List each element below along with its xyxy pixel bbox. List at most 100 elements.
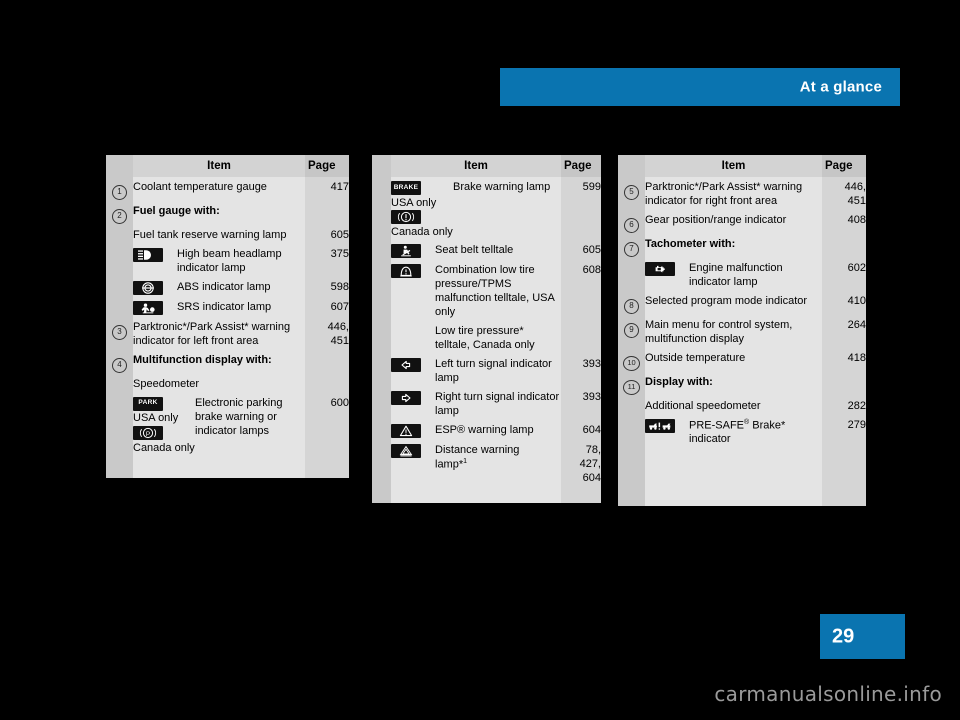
pictogram-cell	[391, 423, 435, 439]
circled-number: 3	[112, 324, 127, 340]
page-title: At a glance	[799, 78, 882, 96]
table-row: PRE-SAFE® Brake* indicator 279	[618, 414, 866, 449]
table-row: Left turn signal indicator lamp 393	[372, 354, 601, 387]
item-text-with-icon: Right turn signal indicator lamp	[391, 386, 561, 420]
table-row: 2 Fuel gauge with:	[106, 201, 349, 225]
page-ref-line2: 427,	[579, 457, 601, 470]
page-ref: 598	[305, 276, 349, 297]
watermark: carmanualsonline.info	[714, 682, 942, 706]
item-text: Tachometer with:	[645, 233, 822, 258]
item-text: Fuel gauge with:	[133, 201, 305, 225]
pre-safe-brake-icon	[645, 418, 675, 433]
item-number-cell	[106, 225, 133, 244]
page-ref: 408	[822, 209, 866, 234]
table-filler-row	[106, 455, 349, 478]
brake-icon-label: BRAKE	[393, 183, 419, 191]
item-number-cell	[372, 386, 391, 420]
item-label: Combination low tire pressure/TPMS malfu…	[435, 264, 555, 319]
header-banner: At a glance	[500, 68, 900, 106]
table-row: Low tire pressure* telltale, Canada only	[372, 321, 601, 355]
table-row: Distance warning lamp*1 78, 427, 604	[372, 439, 601, 487]
item-text: Coolant temperature gauge	[133, 177, 305, 201]
page-ref	[305, 201, 349, 225]
pictogram-cell	[391, 264, 435, 279]
table-row: Combination low tire pressure/TPMS malfu…	[372, 260, 601, 322]
table-row: 9 Main menu for control system, multifun…	[618, 314, 866, 348]
item-number-cell: 8	[618, 290, 645, 315]
gutter-cell	[372, 155, 391, 177]
item-number-cell: 11	[618, 371, 645, 396]
item-label-brand: PRE-SAFE	[689, 419, 745, 432]
pictogram-cell	[391, 443, 435, 459]
page-ref: 418	[822, 347, 866, 372]
table-header-row: Item Page	[372, 155, 601, 177]
right-turn-signal-icon	[391, 390, 421, 405]
circled-number: 6	[624, 217, 639, 233]
page-ref: 599	[561, 177, 601, 241]
circled-number: 11	[623, 379, 640, 395]
item-number-cell	[372, 354, 391, 387]
item-number-cell: 4	[106, 349, 133, 374]
table-row: SRS indicator lamp 607	[106, 296, 349, 317]
page-ref: 279	[822, 414, 866, 449]
page-number-tab: 29	[820, 614, 905, 659]
item-text-with-icon: Low tire pressure* telltale, Canada only	[391, 321, 561, 355]
table-row: 5 Parktronic*/Park Assist* warning indic…	[618, 177, 866, 210]
item-text: Main menu for control system, multifunct…	[645, 314, 822, 348]
item-text-with-icon: SRS indicator lamp	[133, 296, 305, 317]
pictogram-cell	[133, 247, 177, 263]
item-text-with-icon: ABS indicator lamp	[133, 276, 305, 297]
page-number: 29	[832, 625, 855, 647]
electronic-parking-brake-park-icon: PARK	[133, 396, 163, 411]
item-label: Left turn signal indicator lamp	[435, 358, 552, 384]
item-text: Selected program mode indicator	[645, 290, 822, 315]
page-ref: 264	[822, 314, 866, 348]
page-ref: 600	[305, 392, 349, 456]
item-number-cell: 9	[618, 314, 645, 348]
circled-number: 9	[624, 322, 639, 338]
item-text-with-icon: ESP® warning lamp	[391, 419, 561, 440]
table-row: Seat belt telltale 605	[372, 240, 601, 261]
column-header-page: Page	[561, 155, 601, 177]
item-number-cell	[106, 276, 133, 297]
page-ref: 604	[561, 419, 601, 440]
engine-malfunction-icon	[645, 261, 675, 276]
item-number-cell: 10	[618, 347, 645, 372]
page-ref: 602	[822, 257, 866, 291]
item-text: Parktronic*/Park Assist* warning indicat…	[133, 316, 305, 350]
item-text-with-icon: Left turn signal indicator lamp	[391, 354, 561, 387]
page-ref	[305, 349, 349, 374]
table-row: ABS indicator lamp 598	[106, 276, 349, 297]
table-row: Additional speedometer 282	[618, 395, 866, 415]
item-number-cell	[372, 177, 391, 241]
manual-page: At a glance Item Page 1 Coolant temperat…	[0, 0, 960, 720]
pictogram-cell	[133, 300, 177, 316]
page-ref: 608	[561, 260, 601, 322]
page-ref: 393	[561, 386, 601, 420]
item-text: Fuel tank reserve warning lamp	[133, 225, 305, 244]
page-ref: 375	[305, 243, 349, 277]
circled-number: 8	[624, 298, 639, 314]
abs-indicator-icon	[133, 280, 163, 295]
item-text-with-icon: Engine malfunction indicator lamp	[645, 257, 822, 291]
page-ref: 446, 451	[305, 316, 349, 350]
table-filler-row	[618, 448, 866, 507]
table-row: ESP® warning lamp 604	[372, 419, 601, 440]
table-row: 8 Selected program mode indicator 410	[618, 290, 866, 315]
table-row: Engine malfunction indicator lamp 602	[618, 257, 866, 291]
svg-text:P: P	[146, 431, 150, 438]
item-label: Engine malfunction indicator lamp	[689, 261, 783, 288]
page-ref	[305, 373, 349, 393]
page-ref	[561, 321, 601, 355]
table-column-1: Item Page 1 Coolant temperature gauge 41…	[106, 155, 349, 478]
table-row: Speedometer	[106, 373, 349, 393]
item-text: Parktronic*/Park Assist* warning indicat…	[645, 177, 822, 210]
circled-number: 10	[623, 355, 640, 371]
gutter-cell	[618, 155, 645, 177]
circled-number: 1	[112, 185, 127, 200]
table-column-3: Item Page 5 Parktronic*/Park Assist* war…	[618, 155, 866, 507]
column-header-page: Page	[822, 155, 866, 177]
left-turn-signal-icon	[391, 358, 421, 373]
table-row: 1 Coolant temperature gauge 417	[106, 177, 349, 201]
item-label: Distance warning lamp*1	[435, 444, 561, 473]
